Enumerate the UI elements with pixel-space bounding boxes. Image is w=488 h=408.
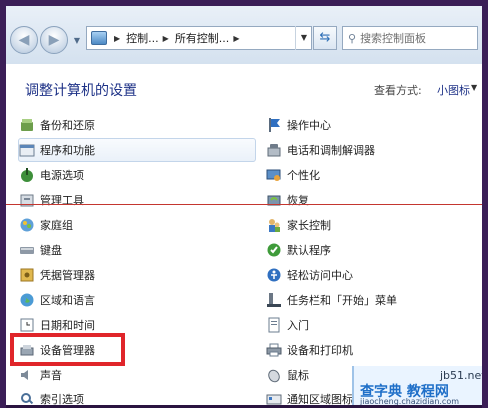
item-label: 鼠标 (287, 369, 309, 382)
control-panel-icon (91, 31, 107, 45)
taskbar-icon (267, 293, 281, 307)
item-mouse[interactable]: 鼠标 (266, 365, 309, 385)
watermark: jb51.net 查字典 教程网 jiaocheng.chazidian.com (352, 366, 482, 408)
search-input[interactable] (360, 31, 476, 45)
printer-icon (266, 343, 282, 357)
item-default-programs[interactable]: 默认程序 (266, 240, 331, 260)
item-label: 任务栏和「开始」菜单 (287, 294, 397, 307)
item-label: 恢复 (287, 194, 309, 207)
navigation-bar: ◀ ▶ ▼ ▶ 控制... ▶ 所有控制... ▶ ▼ ⇆ ⚲ (6, 6, 482, 64)
search-icon: ⚲ (348, 31, 357, 45)
back-button[interactable]: ◀ (10, 26, 38, 54)
view-by-chevron-icon[interactable]: ▼ (471, 83, 477, 92)
red-divider-line (6, 204, 482, 205)
item-datetime[interactable]: 日期和时间 (19, 315, 95, 335)
breadcrumb-control-panel[interactable]: 控制... (126, 30, 159, 46)
backup-icon (21, 119, 33, 131)
breadcrumb-chevron-icon[interactable]: ▶ (163, 34, 169, 43)
forward-arrow-icon: ▶ (48, 32, 60, 48)
item-power[interactable]: 电源选项 (19, 165, 84, 185)
item-label: 键盘 (40, 244, 62, 257)
item-keyboard[interactable]: 键盘 (19, 240, 62, 260)
refresh-button[interactable]: ⇆ (313, 26, 337, 50)
item-label: 备份和还原 (40, 119, 95, 132)
item-label: 默认程序 (287, 244, 331, 257)
programs-icon (19, 144, 35, 157)
page-title: 调整计算机的设置 (25, 83, 137, 99)
breadcrumb-all-items[interactable]: 所有控制... (175, 30, 230, 46)
item-label: 家长控制 (287, 219, 331, 232)
item-getting-started[interactable]: 入门 (266, 315, 309, 335)
item-label: 操作中心 (287, 119, 331, 132)
item-label: 设备和打印机 (287, 344, 353, 357)
item-personalize[interactable]: 个性化 (266, 165, 320, 185)
item-label: 入门 (287, 319, 309, 332)
search-box[interactable]: ⚲ (342, 26, 478, 50)
item-label: 个性化 (287, 169, 320, 182)
item-label: 凭据管理器 (40, 269, 95, 282)
action-center-icon (269, 118, 280, 132)
item-label: 管理工具 (40, 194, 84, 207)
item-admin-tools[interactable]: 管理工具 (19, 190, 84, 210)
datetime-icon (20, 318, 34, 332)
breadcrumb-chevron-icon[interactable]: ▶ (114, 34, 120, 43)
item-taskbar[interactable]: 任务栏和「开始」菜单 (266, 290, 397, 310)
item-label: 程序和功能 (40, 144, 95, 157)
admin-tools-icon (20, 194, 34, 207)
item-sound[interactable]: 声音 (19, 365, 62, 385)
back-arrow-icon: ◀ (18, 32, 30, 48)
phone-modem-icon (267, 144, 281, 157)
item-parental[interactable]: 家长控制 (266, 215, 331, 235)
item-backup[interactable]: 备份和还原 (19, 115, 95, 135)
region-icon (20, 293, 34, 307)
ease-access-icon (267, 268, 281, 282)
highlight-box (10, 333, 125, 366)
refresh-icon: ⇆ (319, 30, 331, 45)
item-region[interactable]: 区域和语言 (19, 290, 95, 310)
item-label: 电话和调制解调器 (287, 144, 375, 157)
view-by-label: 查看方式: (374, 84, 422, 97)
default-programs-icon (267, 243, 281, 257)
getting-started-icon (268, 317, 280, 333)
item-printers[interactable]: 设备和打印机 (266, 340, 353, 360)
item-action-center[interactable]: 操作中心 (266, 115, 331, 135)
history-dropdown-icon[interactable]: ▼ (72, 36, 82, 46)
breadcrumb-chevron-icon[interactable]: ▶ (233, 34, 239, 43)
address-bar[interactable]: ▶ 控制... ▶ 所有控制... ▶ (86, 26, 312, 50)
power-icon (21, 168, 33, 182)
personalize-icon (266, 169, 281, 181)
sound-icon (21, 370, 28, 380)
keyboard-icon (20, 247, 34, 254)
homegroup-icon (20, 218, 34, 232)
control-panel-window: ◀ ▶ ▼ ▶ 控制... ▶ 所有控制... ▶ ▼ ⇆ ⚲ 调整计算机的设置… (6, 6, 482, 408)
item-phone-modem[interactable]: 电话和调制解调器 (266, 140, 375, 160)
item-programs[interactable]: 程序和功能 (19, 140, 95, 160)
item-label: 电源选项 (40, 169, 84, 182)
item-ease-access[interactable]: 轻松访问中心 (266, 265, 353, 285)
item-label: 轻松访问中心 (287, 269, 353, 282)
item-label: 家庭组 (40, 219, 73, 232)
mouse-icon (268, 369, 280, 383)
credential-icon (20, 268, 34, 282)
address-dropdown-icon[interactable]: ▼ (295, 26, 312, 50)
item-recovery[interactable]: 恢复 (266, 190, 309, 210)
forward-button[interactable]: ▶ (40, 26, 68, 54)
parental-icon (269, 219, 280, 232)
item-label: 声音 (40, 369, 62, 382)
recovery-icon (267, 195, 281, 206)
item-homegroup[interactable]: 家庭组 (19, 215, 73, 235)
item-label: 日期和时间 (40, 319, 95, 332)
item-label: 区域和语言 (40, 294, 95, 307)
view-by-dropdown[interactable]: 小图标 (437, 82, 470, 98)
item-credential[interactable]: 凭据管理器 (19, 265, 95, 285)
